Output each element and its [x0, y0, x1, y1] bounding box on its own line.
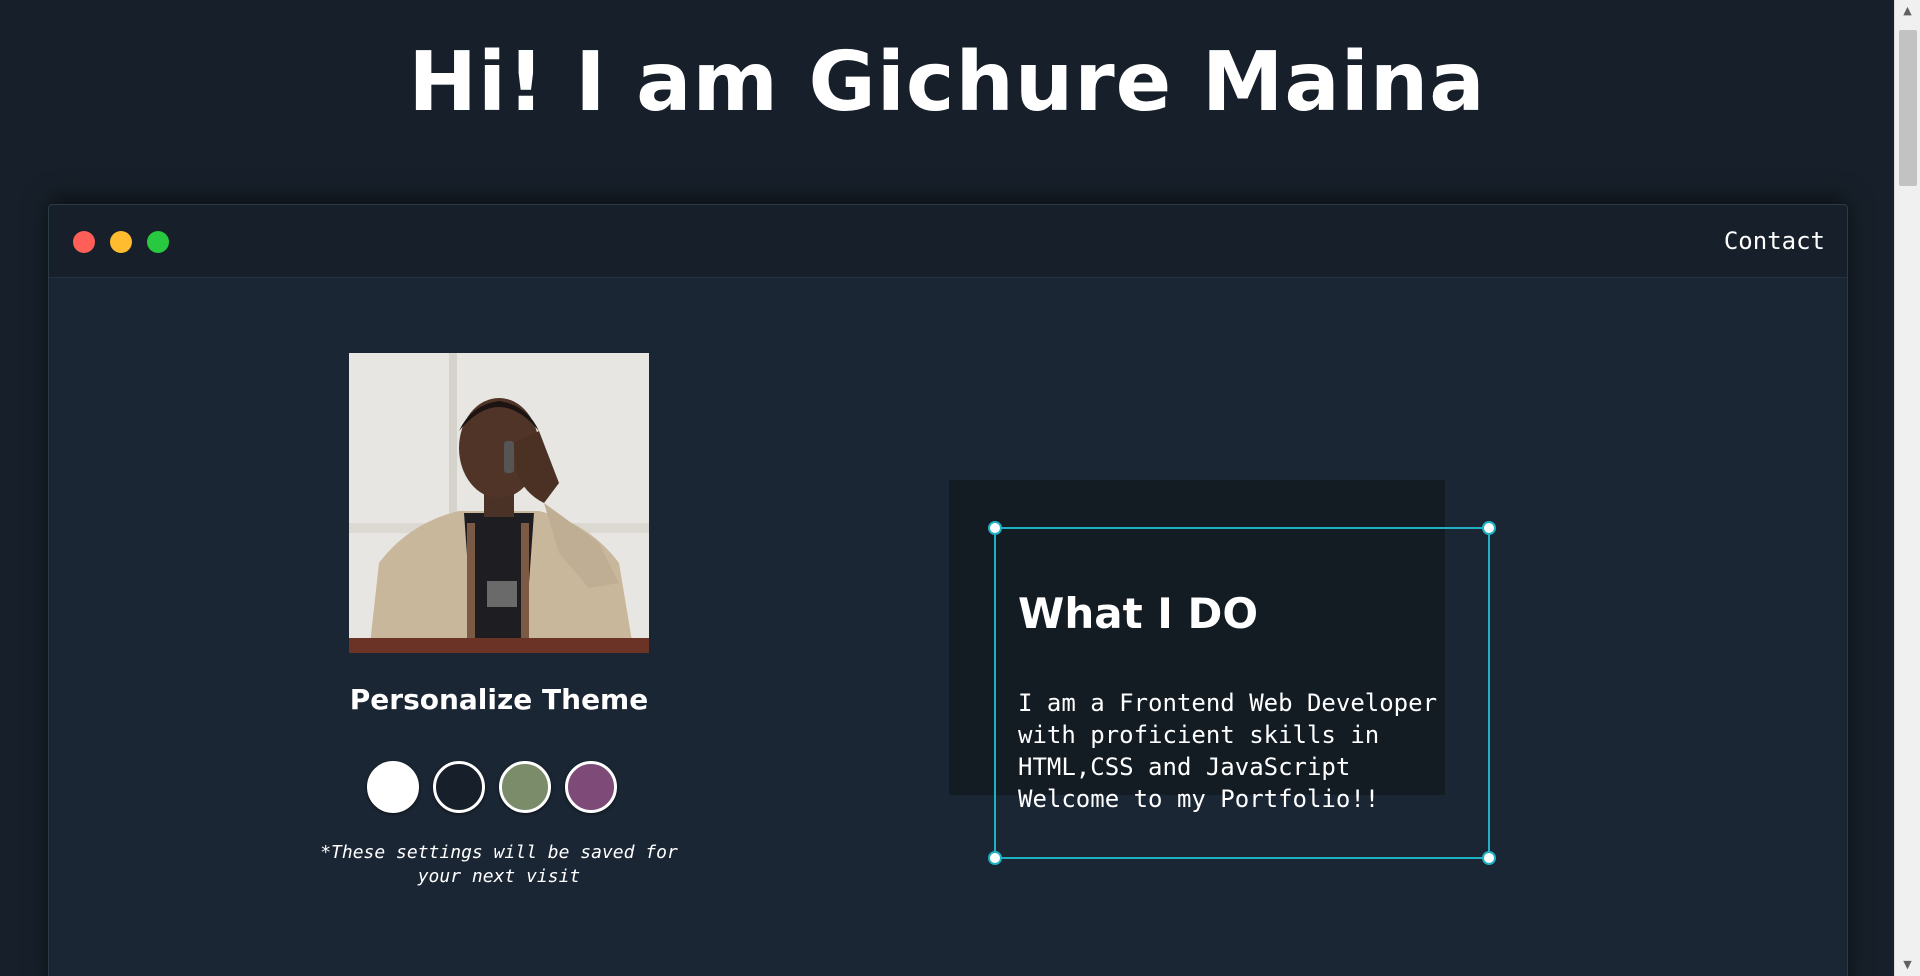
page: Hi! I am Gichure Maina Contact Personali… — [0, 0, 1894, 976]
contact-link[interactable]: Contact — [1724, 227, 1825, 255]
theme-swatches — [367, 761, 617, 817]
portfolio-window: Contact Personalize Theme *These setting… — [48, 204, 1848, 976]
theme-swatch-green[interactable] — [499, 761, 551, 813]
resize-handle-bottom-left[interactable] — [988, 851, 1002, 865]
scroll-up-arrow-icon[interactable]: ▲ — [1895, 0, 1920, 22]
theme-swatch-dark[interactable] — [433, 761, 485, 813]
close-dot-icon[interactable] — [73, 231, 95, 253]
resize-handle-top-right[interactable] — [1482, 521, 1496, 535]
about-card-title: What I DO — [1018, 589, 1259, 638]
window-title-bar: Contact — [49, 205, 1847, 278]
scrollbar-thumb[interactable] — [1899, 30, 1917, 186]
profile-photo — [349, 353, 649, 653]
resize-handle-bottom-right[interactable] — [1482, 851, 1496, 865]
vertical-scrollbar[interactable]: ▲ ▼ — [1894, 0, 1920, 976]
theme-settings-note: *These settings will be saved for your n… — [320, 842, 678, 887]
maximize-dot-icon[interactable] — [147, 231, 169, 253]
personalize-theme-title: Personalize Theme — [349, 683, 649, 716]
theme-swatch-light[interactable] — [367, 761, 419, 813]
page-title: Hi! I am Gichure Maina — [408, 35, 1486, 130]
profile-photo-illustration — [349, 353, 649, 653]
about-card: What I DO I am a Frontend Web Developer … — [988, 521, 1496, 865]
theme-swatch-purple[interactable] — [565, 761, 617, 813]
minimize-dot-icon[interactable] — [110, 231, 132, 253]
about-card-text: I am a Frontend Web Developer with profi… — [1018, 689, 1438, 813]
scroll-down-arrow-icon[interactable]: ▼ — [1895, 954, 1920, 976]
resize-handle-top-left[interactable] — [988, 521, 1002, 535]
